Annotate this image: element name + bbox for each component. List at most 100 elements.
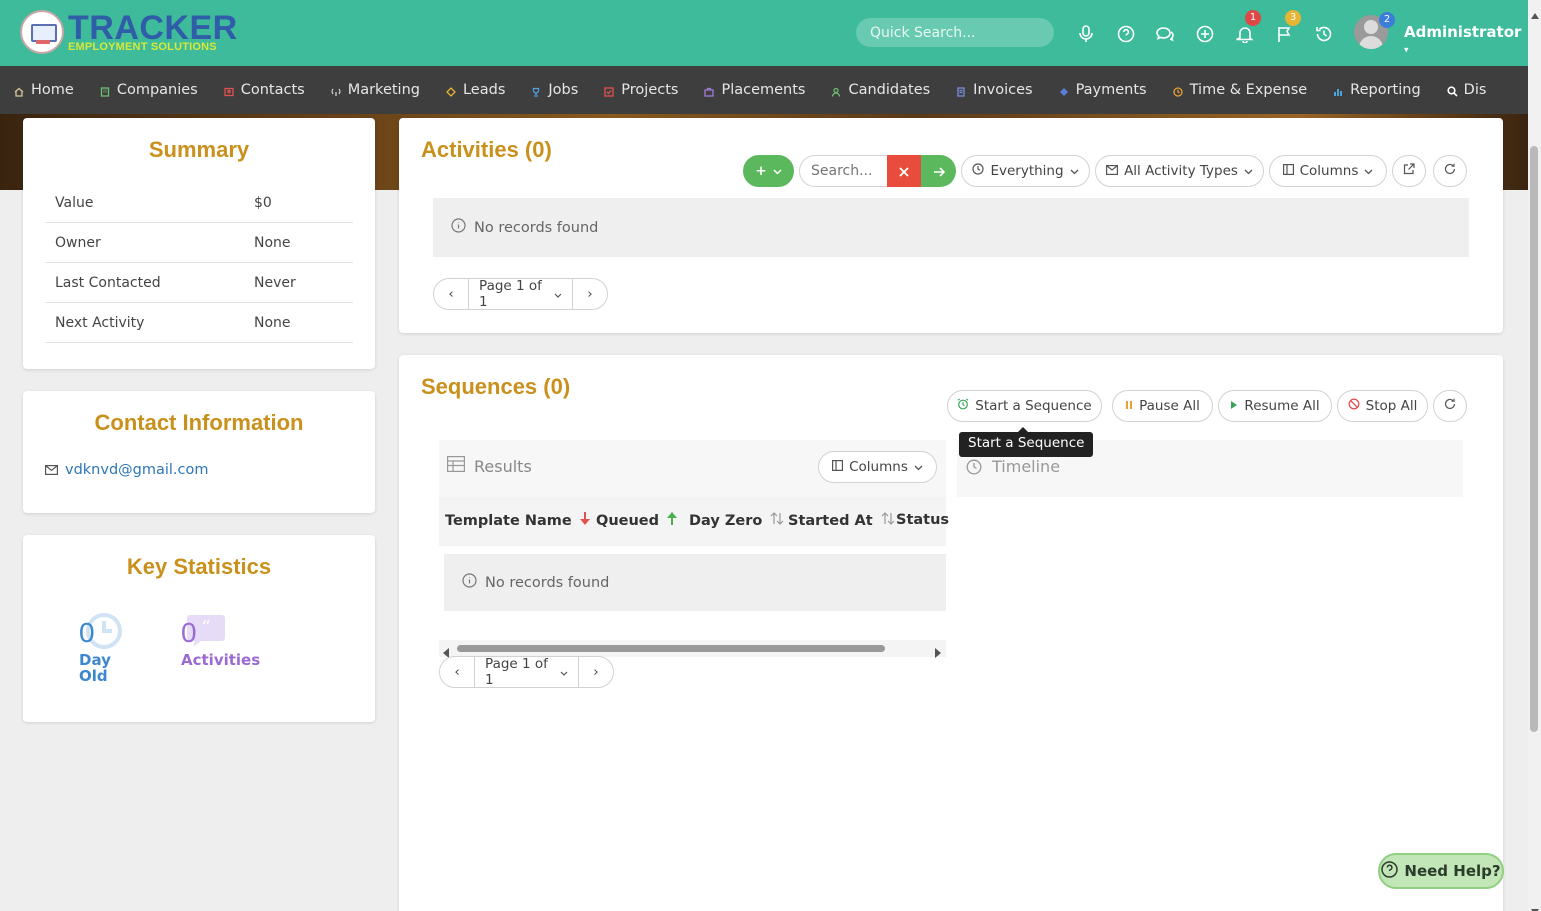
scroll-right-icon[interactable]	[934, 643, 941, 662]
activity-columns-dropdown[interactable]: Columns	[1269, 155, 1387, 187]
invoice-icon	[956, 85, 966, 97]
nav-item-payments[interactable]: Payments	[1059, 82, 1147, 98]
quick-search-input[interactable]	[856, 18, 1054, 47]
nav-item-placements[interactable]: Placements	[704, 82, 805, 98]
everything-filter-dropdown[interactable]: Everything	[961, 155, 1090, 187]
sort-desc-icon	[579, 512, 590, 529]
activity-types-dropdown[interactable]: All Activity Types	[1095, 155, 1264, 187]
nav-item-invoices[interactable]: Invoices	[956, 82, 1033, 98]
nav-item-projects[interactable]: Projects	[604, 82, 678, 98]
nav-label: Contacts	[240, 82, 305, 98]
user-badge: 2	[1379, 12, 1395, 28]
nav-item-dis[interactable]: Dis	[1447, 82, 1487, 98]
stop-all-button[interactable]: Stop All	[1337, 390, 1428, 422]
contact-email-row: vdknvd@gmail.com	[45, 460, 209, 479]
logo-subtitle: EMPLOYMENT SOLUTIONS	[68, 41, 217, 53]
results-columns-dropdown[interactable]: Columns	[818, 451, 937, 483]
key-statistics-card: Key Statistics 0 Day Old “ 0 Activities	[23, 535, 375, 722]
clock-icon	[1172, 85, 1183, 97]
main-nav: Home Companies Contacts Marketing Leads …	[0, 66, 1528, 114]
next-page-button[interactable]: ›	[579, 657, 613, 687]
ban-icon	[1348, 398, 1360, 414]
info-icon	[462, 573, 477, 592]
nav-item-jobs[interactable]: Jobs	[531, 82, 578, 98]
prev-page-button[interactable]: ‹	[440, 657, 474, 687]
sequences-pagination: ‹ Page 1 of 1 ›	[439, 656, 614, 688]
nav-item-candidates[interactable]: Candidates	[831, 82, 930, 98]
activity-search-input[interactable]	[799, 155, 891, 187]
prev-page-button[interactable]: ‹	[434, 279, 468, 309]
nav-label: Projects	[621, 82, 679, 98]
nav-item-leads[interactable]: Leads	[446, 82, 505, 98]
sort-icon	[770, 512, 784, 529]
page-select[interactable]: Page 1 of 1	[474, 656, 579, 688]
briefcase-icon	[704, 85, 715, 97]
sequences-empty-state: No records found	[444, 554, 946, 611]
alarm-clock-icon	[957, 398, 969, 414]
nav-item-marketing[interactable]: Marketing	[331, 82, 420, 98]
sort-asc-icon	[667, 512, 678, 529]
help-icon[interactable]	[1116, 24, 1136, 44]
clear-search-button[interactable]	[887, 155, 921, 187]
flag-badge: 3	[1285, 10, 1301, 26]
flag-icon[interactable]: 3	[1275, 10, 1301, 44]
results-label: Results	[474, 457, 532, 476]
app-logo[interactable]: TRACKER EMPLOYMENT SOLUTIONS	[20, 10, 238, 54]
refresh-activities-button[interactable]	[1433, 155, 1467, 187]
nav-label: Reporting	[1350, 82, 1421, 98]
user-name: Administrator	[1404, 23, 1522, 41]
activities-empty-state: No records found	[433, 198, 1469, 257]
resume-all-button[interactable]: Resume All	[1218, 390, 1332, 422]
go-search-button[interactable]	[921, 155, 956, 187]
nav-label: Dis	[1463, 82, 1487, 98]
nav-item-companies[interactable]: Companies	[100, 82, 198, 98]
history-icon[interactable]	[1314, 24, 1334, 44]
column-header-status[interactable]: Status	[896, 512, 949, 528]
next-page-button[interactable]: ›	[573, 279, 607, 309]
columns-icon	[832, 459, 844, 475]
summary-title: Summary	[148, 137, 250, 162]
chevron-down-icon	[560, 664, 568, 680]
refresh-icon	[1444, 398, 1456, 414]
page-scrollbar[interactable]	[1528, 0, 1541, 911]
column-header-queued[interactable]: Queued	[596, 512, 678, 529]
column-header-started-at[interactable]: Started At	[788, 512, 895, 529]
add-circle-icon[interactable]	[1195, 24, 1215, 44]
arrow-right-icon	[933, 162, 945, 181]
page-select[interactable]: Page 1 of 1	[468, 278, 573, 310]
chat-icon[interactable]	[1155, 24, 1175, 44]
clock-icon	[972, 163, 985, 179]
user-menu[interactable]: Administrator ▾	[1404, 23, 1528, 59]
add-activity-button[interactable]: +	[743, 155, 794, 187]
key-statistics-title: Key Statistics	[126, 554, 272, 579]
results-horizontal-scrollbar[interactable]	[439, 640, 946, 658]
notification-badge: 1	[1245, 10, 1261, 26]
activities-value: 0	[181, 617, 197, 648]
summary-card: Summary Value $0 Owner None Last Contact…	[23, 118, 375, 369]
email-link[interactable]: vdknvd@gmail.com	[65, 462, 209, 478]
scroll-up-icon[interactable]	[1531, 4, 1539, 23]
info-icon	[451, 218, 466, 237]
nav-label: Jobs	[548, 82, 579, 98]
start-sequence-button[interactable]: Start a Sequence	[947, 390, 1102, 422]
summary-row: Last Contacted Never	[45, 263, 353, 303]
refresh-sequences-button[interactable]	[1433, 390, 1467, 422]
nav-item-time-expense[interactable]: Time & Expense	[1172, 82, 1307, 98]
column-header-day-zero[interactable]: Day Zero	[689, 512, 784, 529]
bar-chart-icon	[1333, 85, 1343, 96]
nav-item-home[interactable]: Home	[14, 82, 74, 98]
nav-item-reporting[interactable]: Reporting	[1333, 82, 1421, 98]
microphone-icon[interactable]	[1076, 24, 1096, 44]
close-icon	[899, 162, 909, 181]
day-old-label: Day Old	[79, 651, 111, 685]
chevron-down-icon	[1070, 163, 1079, 179]
column-header-template-name[interactable]: Template Name	[445, 512, 590, 529]
export-button[interactable]	[1392, 155, 1426, 187]
bell-icon[interactable]: 1	[1235, 10, 1261, 44]
need-help-button[interactable]: Need Help?	[1378, 853, 1504, 889]
user-icon	[831, 85, 841, 97]
nav-item-contacts[interactable]: Contacts	[224, 82, 305, 98]
pause-all-button[interactable]: Pause All	[1112, 390, 1213, 422]
nav-label: Home	[31, 82, 74, 98]
scroll-down-icon[interactable]	[1531, 900, 1539, 911]
